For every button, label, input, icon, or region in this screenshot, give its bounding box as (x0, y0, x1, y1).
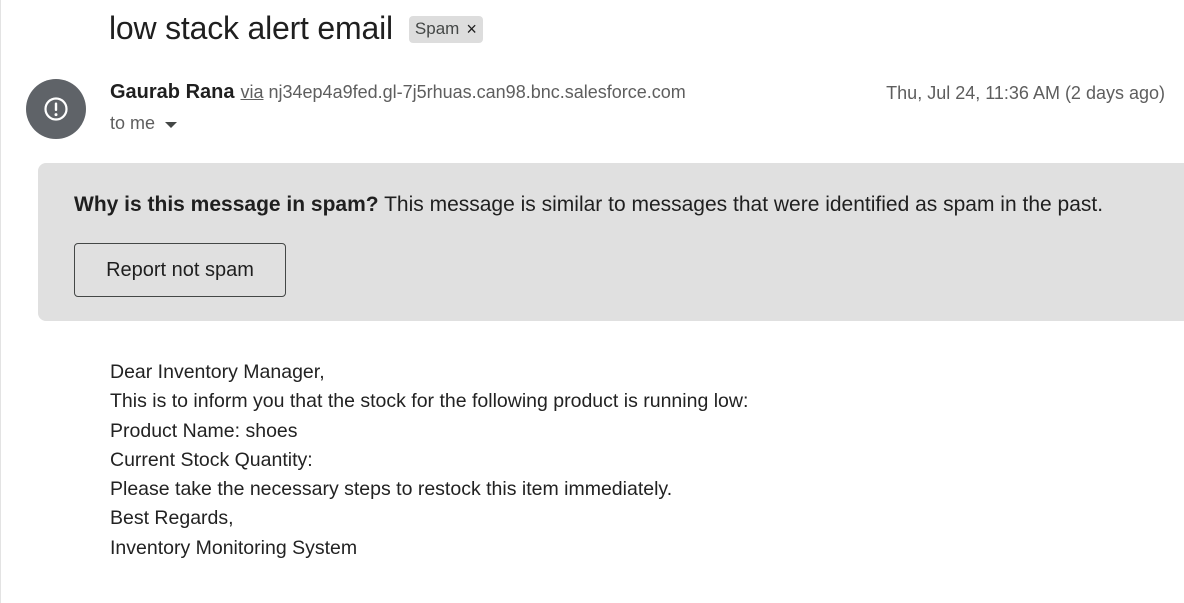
spam-question: Why is this message in spam? (74, 193, 379, 216)
email-body: Dear Inventory Manager, This is to infor… (110, 358, 748, 563)
spam-explanation: This message is similar to messages that… (384, 193, 1104, 216)
email-subject: low stack alert email (109, 10, 393, 46)
sender-name[interactable]: Gaurab Rana (110, 81, 234, 104)
sender-line: Gaurab Rana via nj34ep4a9fed.gl-7j5rhuas… (110, 81, 686, 104)
body-line: This is to inform you that the stock for… (110, 390, 749, 413)
spam-label-text: Spam (414, 19, 460, 38)
spam-warning-icon (44, 97, 68, 121)
recipient-label: to me (110, 113, 156, 133)
email-view: low stack alert email Spam × Gaurab Rana… (0, 0, 1184, 603)
chevron-down-icon (165, 121, 178, 128)
email-date[interactable]: Thu, Jul 24, 11:36 AM (2 days ago) (886, 83, 1165, 104)
recipient-toggle[interactable]: to me (110, 113, 178, 134)
spam-warning-banner: Why is this message in spam? This messag… (38, 163, 1184, 321)
body-line: Inventory Monitoring System (110, 536, 358, 559)
spam-reason: Why is this message in spam? This messag… (74, 193, 1103, 217)
via-domain: nj34ep4a9fed.gl-7j5rhuas.can98.bnc.sales… (268, 82, 686, 102)
spam-label-chip[interactable]: Spam × (408, 16, 483, 43)
body-line: Please take the necessary steps to resto… (110, 478, 673, 501)
body-line: Dear Inventory Manager, (110, 361, 325, 383)
avatar (26, 79, 86, 139)
subject-row: low stack alert email Spam × (109, 8, 483, 48)
report-not-spam-button[interactable]: Report not spam (74, 243, 286, 297)
remove-label-icon[interactable]: × (466, 20, 477, 38)
body-line: Product Name: shoes (110, 419, 298, 442)
body-line: Current Stock Quantity: (110, 448, 313, 471)
via-link[interactable]: via (240, 82, 263, 103)
body-line: Best Regards, (110, 507, 234, 530)
